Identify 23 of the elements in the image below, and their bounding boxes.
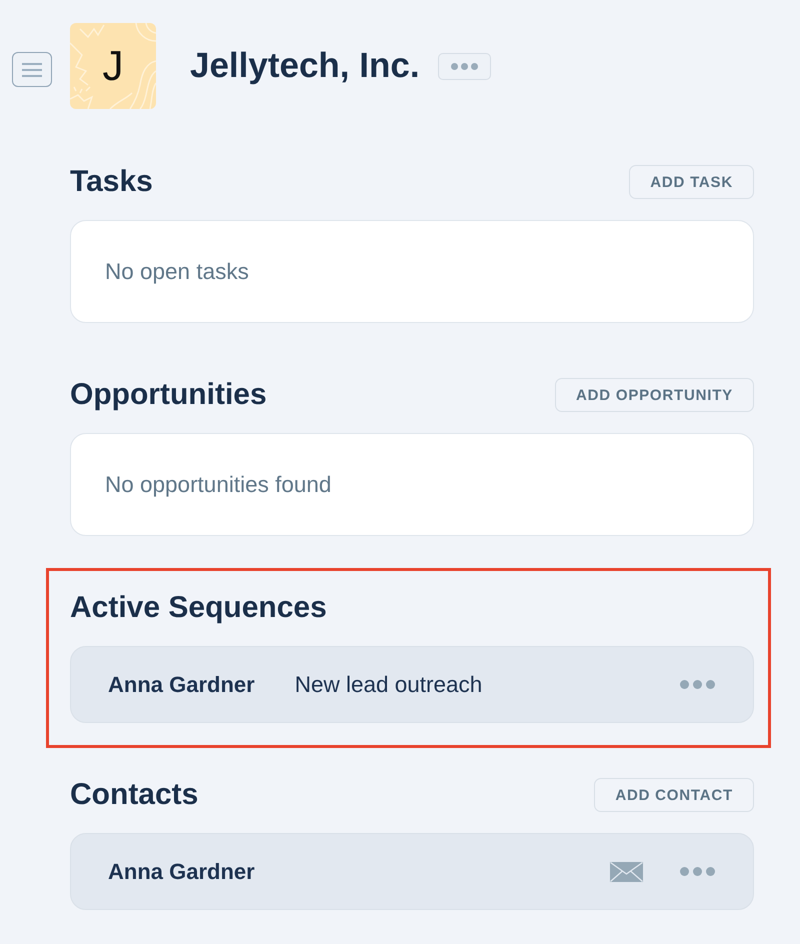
- more-button[interactable]: [438, 52, 491, 80]
- section-heading: Active Sequences: [70, 590, 327, 626]
- add-button[interactable]: ADD OPPORTUNITY: [554, 378, 754, 412]
- empty-state-text: No opportunities found: [105, 472, 332, 498]
- sequence-row[interactable]: Anna Gardner New lead outreach: [70, 646, 754, 723]
- empty-state-text: No open tasks: [105, 258, 249, 284]
- section-heading: Tasks: [70, 164, 153, 200]
- more-icon: [450, 62, 478, 70]
- company-avatar: J: [70, 23, 156, 109]
- add-button[interactable]: ADD TASK: [629, 165, 754, 199]
- contact-name: Anna Gardner: [108, 858, 255, 884]
- sequence-name: New lead outreach: [294, 672, 482, 698]
- menu-button[interactable]: [12, 52, 52, 87]
- more-icon[interactable]: [680, 680, 715, 689]
- add-button[interactable]: ADD CONTACT: [594, 778, 754, 812]
- menu-icon: [22, 62, 42, 76]
- envelope-icon[interactable]: [610, 862, 643, 882]
- section-heading: Opportunities: [70, 377, 267, 413]
- company-name: Jellytech, Inc.: [190, 45, 420, 87]
- contact-row[interactable]: Anna Gardner: [70, 833, 754, 910]
- more-icon[interactable]: [680, 867, 715, 876]
- contact-name: Anna Gardner: [108, 672, 255, 698]
- section-heading: Contacts: [70, 777, 198, 813]
